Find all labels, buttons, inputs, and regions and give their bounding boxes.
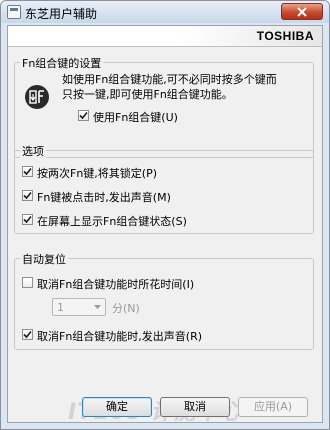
auto-reset-title: 自动复位 (20, 251, 68, 267)
apply-button[interactable]: 应用(A) (238, 397, 308, 417)
cancel-sound-label[interactable]: 取消Fn组合键功能时,发出声音(R) (37, 328, 202, 344)
toshiba-logo: TOSHIBA (256, 29, 314, 43)
fn-description-line2: 只按一键,即可使用Fn组合键功能。 (62, 88, 233, 101)
chevron-down-icon (94, 305, 101, 309)
fn-settings-title: Fn组合键的设置 (20, 55, 104, 71)
cancel-button[interactable]: 取消 (160, 397, 230, 417)
dialog-window: 东芝用户辅助 TOSHIBA Fn组合键的设置 如使用Fn组合键功能,可不必同时… (0, 0, 330, 430)
checkmark-icon (23, 215, 32, 224)
fn-sound-checkbox[interactable] (22, 190, 33, 201)
fn-description-line1: 如使用Fn组合键功能,可不必同时按多个键而 (62, 73, 277, 86)
show-status-label[interactable]: 在屏幕上显示Fn组合键状态(S) (37, 213, 187, 229)
lock-fn-label[interactable]: 按两次Fn键,将其锁定(P) (37, 165, 157, 181)
lock-fn-checkbox[interactable] (22, 166, 33, 177)
checkmark-icon (23, 167, 32, 176)
app-icon (7, 5, 21, 19)
fn-sound-label[interactable]: Fn键被点击时,发出声音(M) (37, 189, 171, 205)
fn-key-icon (24, 84, 50, 110)
cancel-sound-checkbox[interactable] (22, 329, 33, 340)
title-bar[interactable]: 东芝用户辅助 (1, 1, 329, 23)
window-title: 东芝用户辅助 (25, 7, 98, 21)
checkmark-icon (79, 111, 88, 120)
checkmark-icon (23, 191, 32, 200)
use-fn-checkbox[interactable] (78, 110, 89, 121)
minutes-unit-label: 分(N) (112, 302, 140, 315)
minutes-value: 1 (57, 301, 64, 314)
minutes-dropdown[interactable]: 1 (52, 298, 106, 316)
show-status-checkbox[interactable] (22, 214, 33, 225)
brand-bar: TOSHIBA (8, 26, 322, 47)
close-icon (297, 7, 307, 17)
ok-button[interactable]: 确定 (82, 397, 152, 417)
dialog-content: TOSHIBA Fn组合键的设置 如使用Fn组合键功能,可不必同时按多个键而 只… (7, 25, 323, 425)
checkmark-icon (23, 330, 32, 339)
options-title: 选项 (20, 143, 46, 159)
cancel-time-checkbox[interactable] (22, 277, 33, 288)
use-fn-label[interactable]: 使用Fn组合键(U) (93, 109, 178, 125)
close-button[interactable] (281, 3, 323, 20)
cancel-time-label[interactable]: 取消Fn组合键功能时所花时间(I) (37, 276, 194, 292)
